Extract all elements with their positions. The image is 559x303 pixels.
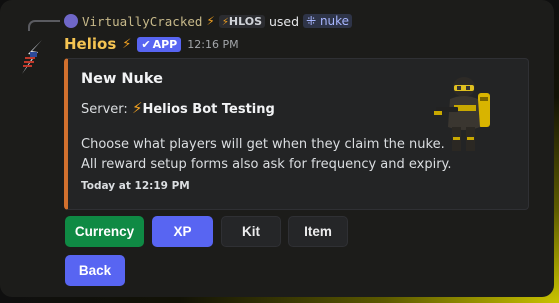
embed-card: New Nuke Server: ⚡Helios Bot Testing Cho…	[64, 58, 529, 210]
message-panel: VirtuallyCracked ⚡ ⚡HLOS used ⁜ nuke Hel…	[0, 0, 554, 297]
lightning-icon: ⚡	[221, 16, 229, 28]
used-text: used	[269, 13, 300, 29]
command-mention[interactable]: ⁜ nuke	[303, 14, 353, 28]
server-label: Server:	[81, 102, 128, 117]
reply-reference[interactable]: VirtuallyCracked ⚡ ⚡HLOS used ⁜ nuke	[64, 12, 353, 30]
item-button[interactable]: Item	[288, 216, 348, 247]
back-button[interactable]: Back	[65, 255, 125, 286]
kit-button[interactable]: Kit	[221, 216, 281, 247]
reply-username[interactable]: VirtuallyCracked	[82, 14, 202, 29]
app-badge-text: APP	[152, 37, 178, 51]
soldier-thumbnail-image[interactable]	[432, 67, 498, 155]
lightning-icon: ⚡	[131, 99, 143, 117]
verified-check-icon: ✔	[141, 37, 151, 51]
guild-tag[interactable]: ⚡HLOS	[218, 14, 265, 28]
lightning-icon: ⚡	[206, 14, 215, 28]
user-avatar-small[interactable]	[64, 14, 78, 28]
reply-connector	[28, 20, 60, 31]
message-timestamp[interactable]: 12:16 PM	[187, 38, 238, 51]
message-header: Helios ⚡ ✔ APP 12:16 PM	[64, 34, 239, 54]
embed-server-line: Server: ⚡Helios Bot Testing	[81, 99, 275, 117]
slash-command-icon: ⁜	[306, 14, 317, 28]
description-line: All reward setup forms also ask for freq…	[81, 157, 452, 172]
server-name: Helios Bot Testing	[142, 102, 275, 117]
bot-name[interactable]: Helios	[64, 35, 116, 53]
command-name: nuke	[319, 14, 350, 28]
embed-footer-timestamp: Today at 12:19 PM	[81, 180, 190, 192]
currency-button[interactable]: Currency	[65, 216, 144, 247]
bot-avatar[interactable]	[16, 38, 48, 76]
embed-title: New Nuke	[81, 71, 163, 87]
app-badge: ✔ APP	[137, 36, 182, 52]
xp-button[interactable]: XP	[152, 216, 213, 247]
guild-tag-text: HLOS	[228, 14, 262, 28]
lightning-icon: ⚡	[122, 36, 132, 52]
